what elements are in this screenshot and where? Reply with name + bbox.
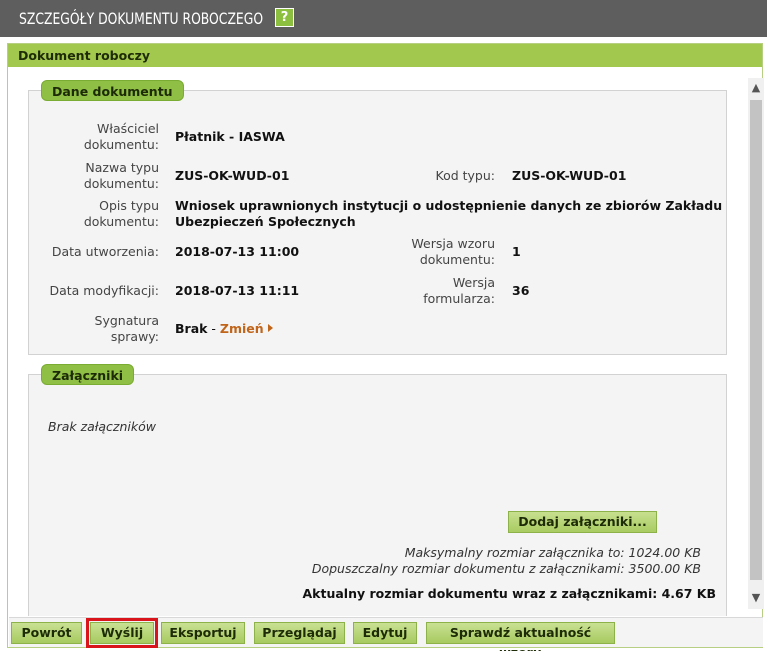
edit-button[interactable]: Edytuj bbox=[353, 622, 417, 644]
case-value: Brak bbox=[175, 321, 208, 336]
scroll-area: Dane dokumentu Właściciel dokumentu: Płat… bbox=[8, 68, 747, 616]
type-name-label: Nazwa typu dokumentu: bbox=[83, 160, 159, 191]
attachments-heading: Załączniki bbox=[41, 364, 135, 385]
max-attachment-size-text: Maksymalny rozmiar załącznika to: 1024.0… bbox=[404, 545, 701, 560]
chevron-down-icon[interactable]: ▼ bbox=[750, 590, 762, 606]
document-data-heading: Dane dokumentu bbox=[41, 80, 184, 101]
owner-value: Płatnik - IASWA bbox=[175, 129, 285, 144]
current-document-size-text: Aktualny rozmiar dokumentu wraz z załącz… bbox=[302, 586, 716, 601]
action-toolbar: Powrót Wyślij Eksportuj Przeglądaj Edytu… bbox=[9, 617, 763, 651]
type-desc-label: Opis typu dokumentu: bbox=[83, 198, 159, 229]
title-bar: SZCZEGÓŁY DOKUMENTU ROBOCZEGO ? bbox=[0, 0, 767, 37]
no-attachments-text: Brak załączników bbox=[48, 419, 156, 434]
owner-label: Właściciel dokumentu: bbox=[83, 121, 159, 152]
form-version-label: Wersja formularza: bbox=[423, 275, 495, 306]
change-case-link[interactable]: Zmień bbox=[220, 321, 273, 336]
chevron-up-icon[interactable]: ▲ bbox=[750, 80, 762, 96]
back-button[interactable]: Powrót bbox=[11, 622, 82, 644]
modified-value: 2018-07-13 11:11 bbox=[175, 283, 300, 298]
template-version-value: 1 bbox=[512, 244, 521, 259]
type-desc-value: Wniosek uprawnionych instytucji o udostę… bbox=[175, 198, 723, 229]
template-version-label: Wersja wzoru dokumentu: bbox=[411, 236, 495, 267]
export-button[interactable]: Eksportuj bbox=[161, 622, 245, 644]
send-button[interactable]: Wyślij bbox=[86, 618, 158, 648]
case-label: Sygnatura sprawy: bbox=[94, 313, 159, 344]
vertical-scrollbar[interactable]: ▲ ▼ bbox=[748, 78, 764, 609]
allowed-document-size-text: Dopuszczalny rozmiar dokumentu z załączn… bbox=[311, 561, 701, 576]
panel-header: Dokument roboczy bbox=[8, 44, 762, 67]
draft-document-panel: Dokument roboczy Dane dokumentu Właścici… bbox=[7, 43, 764, 651]
browse-button[interactable]: Przeglądaj bbox=[254, 622, 345, 644]
check-template-button[interactable]: Sprawdź aktualność wzoru bbox=[426, 622, 615, 651]
add-attachments-button[interactable]: Dodaj załączniki... bbox=[508, 511, 657, 533]
type-code-value: ZUS-OK-WUD-01 bbox=[512, 168, 627, 183]
created-value: 2018-07-13 11:00 bbox=[175, 244, 300, 259]
modified-label: Data modyfikacji: bbox=[49, 283, 159, 298]
case-separator: - bbox=[207, 321, 220, 336]
document-data-group: Dane dokumentu Właściciel dokumentu: Płat… bbox=[28, 80, 727, 355]
panel-title: Dokument roboczy bbox=[18, 48, 151, 63]
created-label: Data utworzenia: bbox=[51, 244, 159, 259]
type-name-value: ZUS-OK-WUD-01 bbox=[175, 168, 290, 183]
arrow-right-icon bbox=[267, 324, 273, 332]
attachments-group: Załączniki Brak załączników Dodaj załącz… bbox=[28, 364, 727, 616]
form-version-value: 36 bbox=[512, 283, 530, 298]
case-value-row: Brak - Zmień bbox=[175, 321, 273, 337]
scrollbar-thumb[interactable] bbox=[750, 100, 762, 580]
window-title: SZCZEGÓŁY DOKUMENTU ROBOCZEGO bbox=[19, 9, 264, 28]
help-icon[interactable]: ? bbox=[275, 8, 294, 27]
type-code-label: Kod typu: bbox=[435, 168, 496, 183]
